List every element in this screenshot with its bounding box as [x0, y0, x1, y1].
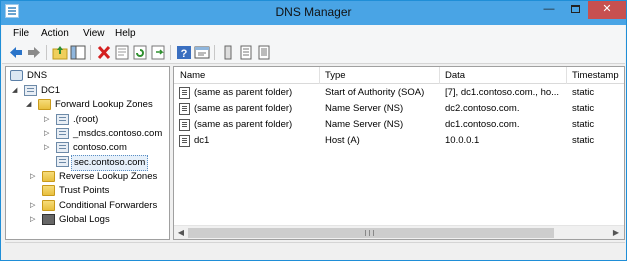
toolbar: ?	[2, 42, 625, 64]
horizontal-scrollbar[interactable]: ◀ ▶	[174, 225, 624, 239]
menu-action[interactable]: Action	[41, 28, 69, 39]
logs-icon	[42, 214, 55, 225]
folder-icon	[42, 200, 55, 211]
expand-icon[interactable]: ▷	[44, 144, 51, 151]
expand-icon[interactable]: ▷	[30, 216, 37, 223]
dns-icon	[10, 70, 23, 81]
expand-icon[interactable]: ▷	[44, 116, 51, 123]
expand-icon[interactable]: ▷	[44, 130, 51, 137]
detail-view-icon[interactable]	[256, 45, 272, 60]
table-row[interactable]: dc1 Host (A) 10.0.0.1 static	[174, 133, 624, 149]
server-view-icon[interactable]	[220, 45, 236, 60]
record-icon	[179, 135, 190, 147]
folder-icon	[42, 171, 55, 182]
column-divider[interactable]	[319, 67, 320, 84]
column-header-name[interactable]: Name	[180, 70, 205, 81]
column-header-timestamp[interactable]: Timestamp	[572, 70, 619, 81]
zone-icon	[56, 156, 69, 167]
forward-icon[interactable]	[26, 45, 42, 60]
table-row[interactable]: (same as parent folder) Start of Authori…	[174, 85, 624, 101]
record-icon	[179, 119, 190, 131]
record-icon	[179, 87, 190, 99]
column-divider[interactable]	[566, 67, 567, 84]
up-folder-icon[interactable]	[52, 45, 68, 60]
refresh-icon[interactable]	[132, 45, 148, 60]
scroll-thumb[interactable]	[188, 228, 554, 238]
folder-icon	[42, 185, 55, 196]
toolbar-separator	[46, 45, 47, 60]
back-icon[interactable]	[8, 45, 24, 60]
collapse-icon[interactable]: ◢	[12, 87, 19, 94]
folder-icon	[38, 99, 51, 110]
table-row[interactable]: (same as parent folder) Name Server (NS)…	[174, 101, 624, 117]
records-list[interactable]: Name Type Data Timestamp (same as parent…	[173, 66, 625, 240]
list-view-icon[interactable]	[238, 45, 254, 60]
menu-bar: File Action View Help	[2, 25, 625, 42]
scroll-right-icon[interactable]: ▶	[611, 228, 621, 238]
menu-view[interactable]: View	[83, 28, 105, 39]
menu-help[interactable]: Help	[115, 28, 136, 39]
column-header-data[interactable]: Data	[445, 70, 465, 81]
status-bar	[5, 242, 625, 258]
column-divider[interactable]	[439, 67, 440, 84]
zone-icon	[56, 114, 69, 125]
scroll-left-icon[interactable]: ◀	[176, 228, 186, 238]
maximize-button[interactable]	[562, 1, 588, 19]
dns-manager-window: DNS Manager — ✕ File Action View Help ? …	[0, 0, 627, 261]
console-icon[interactable]	[194, 45, 210, 60]
toolbar-separator	[170, 45, 171, 60]
window-title: DNS Manager	[275, 5, 352, 19]
column-header-type[interactable]: Type	[325, 70, 346, 81]
grip-icon	[365, 230, 374, 236]
export-list-icon[interactable]	[150, 45, 166, 60]
server-icon	[24, 85, 37, 96]
collapse-icon[interactable]: ◢	[26, 101, 33, 108]
toolbar-separator	[214, 45, 215, 60]
toolbar-separator	[90, 45, 91, 60]
minimize-button[interactable]: —	[536, 1, 562, 19]
record-icon	[179, 103, 190, 115]
svg-text:?: ?	[181, 48, 188, 60]
zone-icon	[56, 142, 69, 153]
list-header: Name Type Data Timestamp	[174, 67, 624, 84]
menu-file[interactable]: File	[13, 28, 29, 39]
table-row[interactable]: (same as parent folder) Name Server (NS)…	[174, 117, 624, 133]
title-bar[interactable]: DNS Manager — ✕	[1, 1, 626, 25]
expand-icon[interactable]: ▷	[30, 173, 37, 180]
console-tree[interactable]: DNS ◢ DC1 ◢ Forward Lookup Zones ▷ .(roo…	[5, 66, 170, 240]
help-icon[interactable]: ?	[176, 45, 192, 60]
zone-icon	[56, 128, 69, 139]
expand-icon[interactable]: ▷	[30, 202, 37, 209]
properties-icon[interactable]	[114, 45, 130, 60]
close-button[interactable]: ✕	[588, 1, 626, 19]
delete-icon[interactable]	[96, 45, 112, 60]
show-hide-tree-icon[interactable]	[70, 45, 86, 60]
maximize-icon	[570, 5, 580, 13]
